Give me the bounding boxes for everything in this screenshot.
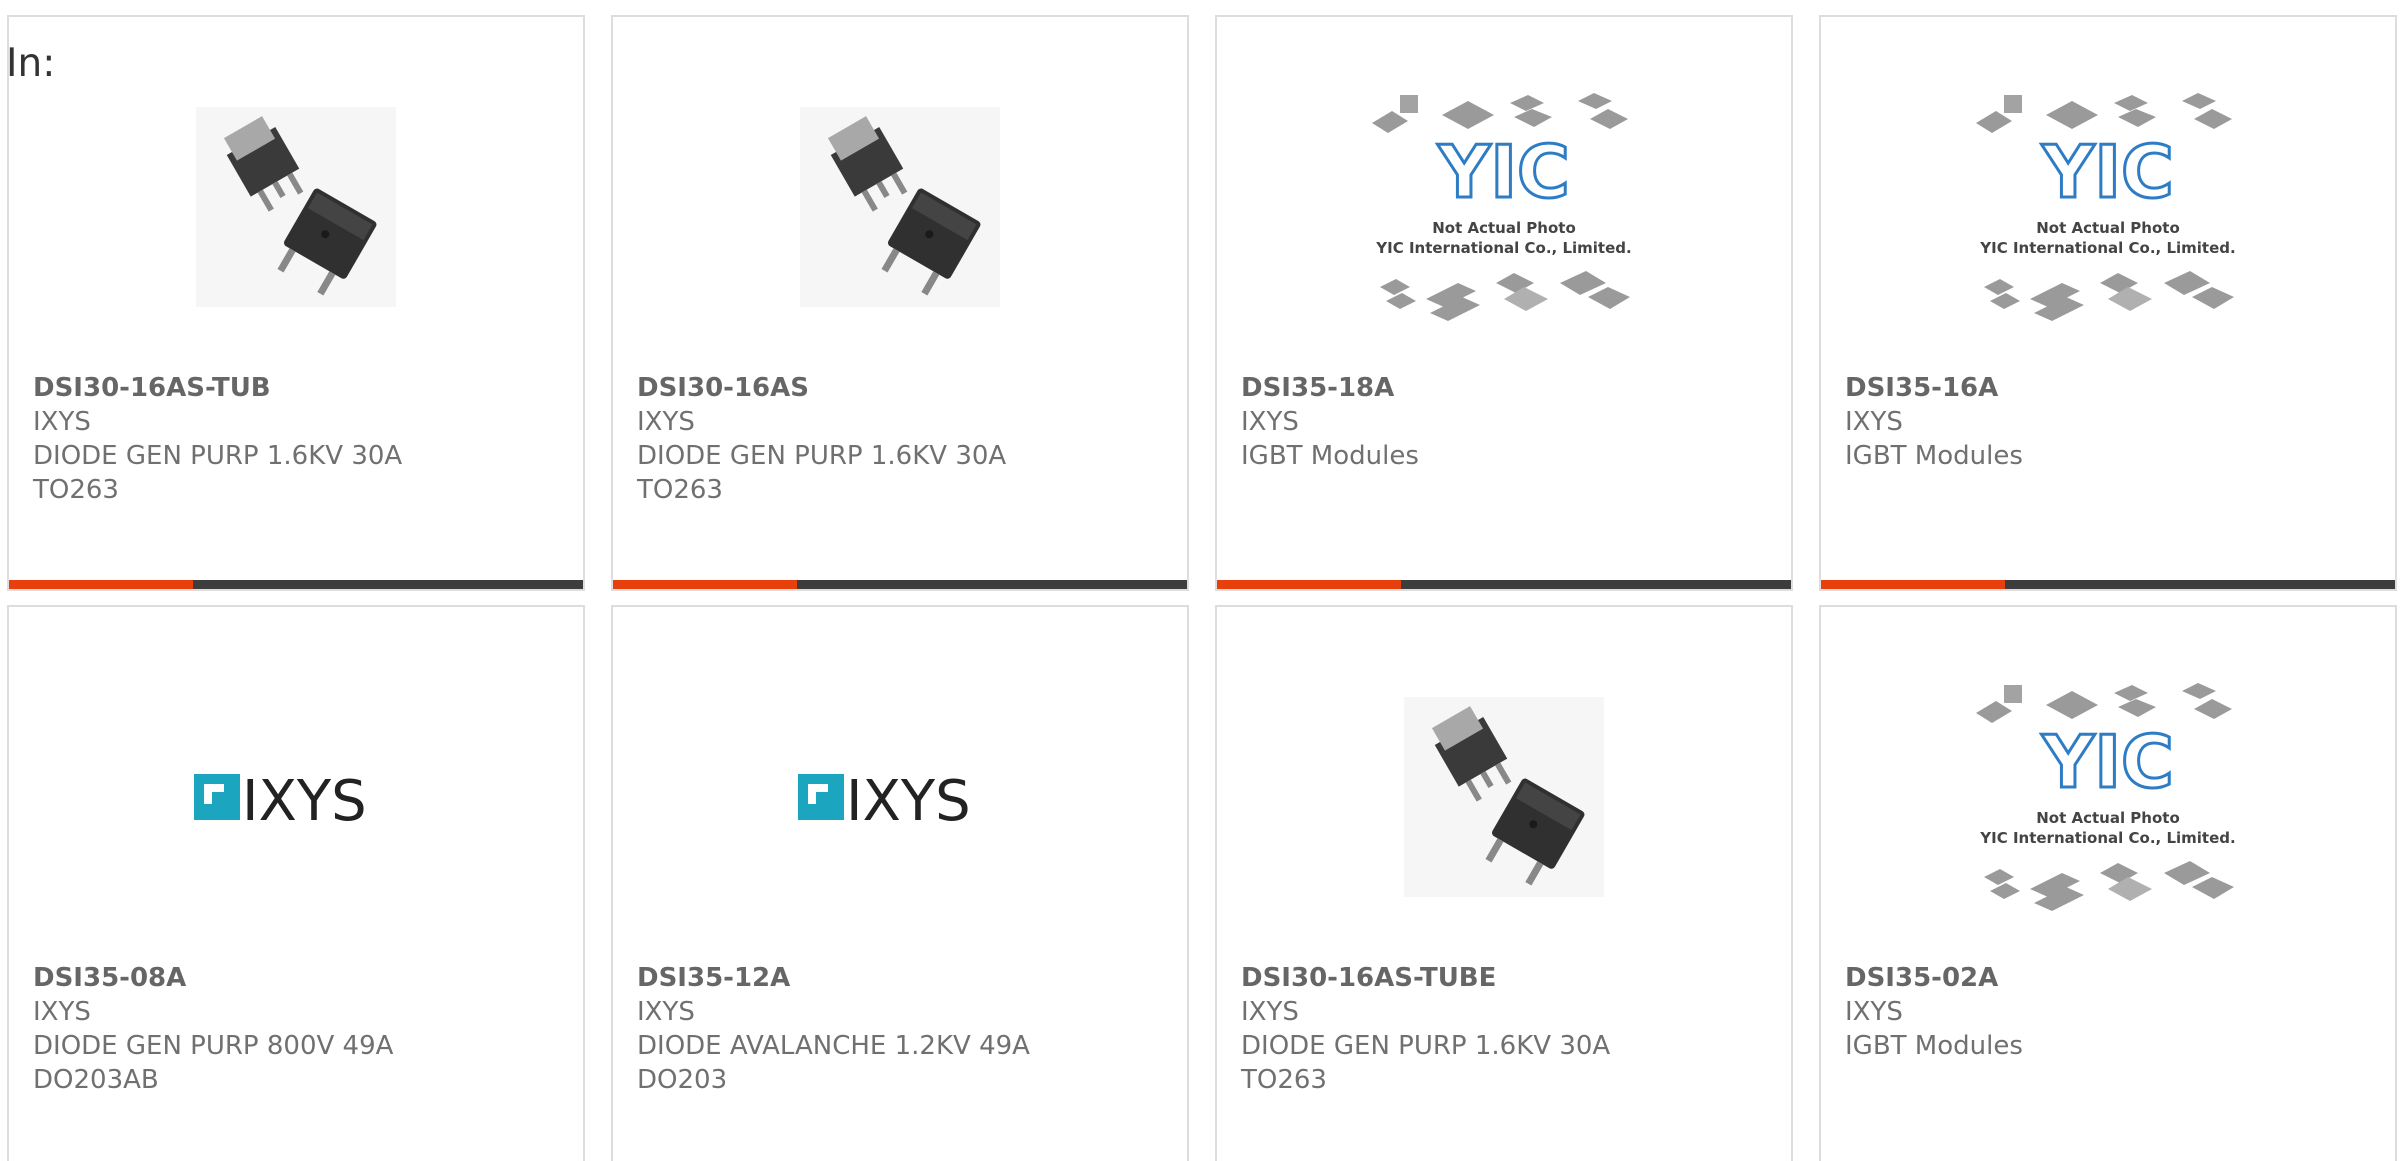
package: TO263 bbox=[33, 475, 119, 505]
chip-icons-top bbox=[1976, 93, 2232, 133]
part-number[interactable]: DSI35-08A bbox=[33, 961, 573, 995]
description: IGBT Modules bbox=[1241, 441, 1419, 471]
part-number[interactable]: DSI35-18A bbox=[1241, 371, 1781, 405]
to263-package-icon bbox=[196, 107, 396, 307]
product-grid-page: In: DSI30-16AS-TUB IXYS DIODE GEN PURP 1… bbox=[0, 0, 2400, 1161]
product-card[interactable]: YIC Not Actual Photo YIC International C… bbox=[1819, 15, 2397, 591]
card-accent-bar bbox=[1217, 580, 1401, 589]
manufacturer: IXYS bbox=[637, 407, 695, 437]
filter-label: In: bbox=[6, 41, 56, 86]
placeholder-company: YIC International Co., Limited. bbox=[1979, 829, 2235, 847]
part-number[interactable]: DSI30-16AS-TUB bbox=[33, 371, 573, 405]
chip-icons-top bbox=[1976, 683, 2232, 723]
manufacturer: IXYS bbox=[637, 997, 695, 1027]
ixys-logo-text: IXYS bbox=[242, 769, 367, 832]
product-image[interactable]: YIC Not Actual Photo YIC International C… bbox=[1821, 657, 2395, 937]
ixys-logo: IXYS bbox=[194, 769, 367, 832]
manufacturer: IXYS bbox=[33, 407, 91, 437]
yic-placeholder-image: YIC Not Actual Photo YIC International C… bbox=[1976, 93, 2236, 321]
product-image[interactable] bbox=[613, 67, 1187, 347]
product-info: DSI35-12A IXYS DIODE AVALANCHE 1.2KV 49A… bbox=[637, 961, 1177, 1097]
product-info: DSI30-16AS-TUBE IXYS DIODE GEN PURP 1.6K… bbox=[1241, 961, 1781, 1097]
product-card[interactable]: YIC Not Actual Photo YIC International C… bbox=[1215, 15, 1793, 591]
part-number[interactable]: DSI35-16A bbox=[1845, 371, 2385, 405]
description: DIODE GEN PURP 800V 49A bbox=[33, 1031, 394, 1061]
manufacturer: IXYS bbox=[1845, 407, 1903, 437]
product-info: DSI35-18A IXYS IGBT Modules bbox=[1241, 371, 1781, 473]
card-bottom-bar bbox=[1821, 580, 2395, 589]
product-info: DSI35-16A IXYS IGBT Modules bbox=[1845, 371, 2385, 473]
description: DIODE GEN PURP 1.6KV 30A bbox=[33, 441, 403, 471]
product-info: DSI35-02A IXYS IGBT Modules bbox=[1845, 961, 2385, 1063]
part-number[interactable]: DSI35-12A bbox=[637, 961, 1177, 995]
placeholder-company: YIC International Co., Limited. bbox=[1375, 239, 1631, 257]
product-image[interactable]: IXYS bbox=[613, 657, 1187, 937]
chip-icons-bottom bbox=[1380, 271, 1630, 321]
placeholder-note: Not Actual Photo bbox=[2036, 809, 2180, 827]
description: DIODE GEN PURP 1.6KV 30A bbox=[1241, 1031, 1611, 1061]
placeholder-company: YIC International Co., Limited. bbox=[1979, 239, 2235, 257]
product-image[interactable]: IXYS bbox=[9, 657, 583, 937]
placeholder-note: Not Actual Photo bbox=[2036, 219, 2180, 237]
yic-placeholder-image: YIC Not Actual Photo YIC International C… bbox=[1372, 93, 1632, 321]
ixys-logo-text: IXYS bbox=[846, 769, 971, 832]
product-image[interactable]: YIC Not Actual Photo YIC International C… bbox=[1217, 67, 1791, 347]
card-bottom-bar bbox=[9, 580, 583, 589]
card-bottom-bar bbox=[613, 580, 1187, 589]
card-accent-bar bbox=[613, 580, 797, 589]
description: IGBT Modules bbox=[1845, 1031, 2023, 1061]
package: DO203AB bbox=[33, 1065, 159, 1095]
product-info: DSI35-08A IXYS DIODE GEN PURP 800V 49A D… bbox=[33, 961, 573, 1097]
product-card[interactable]: DSI30-16AS IXYS DIODE GEN PURP 1.6KV 30A… bbox=[611, 15, 1189, 591]
card-accent-bar bbox=[1821, 580, 2005, 589]
chip-icons-top bbox=[1372, 93, 1628, 133]
yic-logo: YIC bbox=[2041, 130, 2174, 214]
product-card[interactable]: YIC Not Actual Photo YIC International C… bbox=[1819, 605, 2397, 1161]
yic-logo: YIC bbox=[2041, 720, 2174, 804]
card-accent-bar bbox=[9, 580, 193, 589]
product-info: DSI30-16AS-TUB IXYS DIODE GEN PURP 1.6KV… bbox=[33, 371, 573, 507]
product-image[interactable]: YIC Not Actual Photo YIC International C… bbox=[1821, 67, 2395, 347]
description: DIODE AVALANCHE 1.2KV 49A bbox=[637, 1031, 1030, 1061]
to263-package-icon bbox=[800, 107, 1000, 307]
product-info: DSI30-16AS IXYS DIODE GEN PURP 1.6KV 30A… bbox=[637, 371, 1177, 507]
product-card[interactable]: DSI30-16AS-TUB IXYS DIODE GEN PURP 1.6KV… bbox=[7, 15, 585, 591]
part-number[interactable]: DSI30-16AS-TUBE bbox=[1241, 961, 1781, 995]
chip-icons-bottom bbox=[1984, 861, 2234, 911]
product-image[interactable] bbox=[9, 67, 583, 347]
ixys-logo-mark bbox=[194, 774, 240, 820]
ixys-logo: IXYS bbox=[798, 769, 971, 832]
manufacturer: IXYS bbox=[1241, 407, 1299, 437]
part-number[interactable]: DSI30-16AS bbox=[637, 371, 1177, 405]
manufacturer: IXYS bbox=[1845, 997, 1903, 1027]
part-number[interactable]: DSI35-02A bbox=[1845, 961, 2385, 995]
package: TO263 bbox=[637, 475, 723, 505]
yic-placeholder-image: YIC Not Actual Photo YIC International C… bbox=[1976, 683, 2236, 911]
package: DO203 bbox=[637, 1065, 728, 1095]
to263-package-icon bbox=[1404, 697, 1604, 897]
product-card[interactable]: IXYS DSI35-08A IXYS DIODE GEN PURP 800V … bbox=[7, 605, 585, 1161]
ixys-logo-mark bbox=[798, 774, 844, 820]
placeholder-note: Not Actual Photo bbox=[1432, 219, 1576, 237]
product-card[interactable]: IXYS DSI35-12A IXYS DIODE AVALANCHE 1.2K… bbox=[611, 605, 1189, 1161]
product-image[interactable] bbox=[1217, 657, 1791, 937]
manufacturer: IXYS bbox=[33, 997, 91, 1027]
manufacturer: IXYS bbox=[1241, 997, 1299, 1027]
product-card[interactable]: DSI30-16AS-TUBE IXYS DIODE GEN PURP 1.6K… bbox=[1215, 605, 1793, 1161]
chip-icons-bottom bbox=[1984, 271, 2234, 321]
package: TO263 bbox=[1241, 1065, 1327, 1095]
description: IGBT Modules bbox=[1845, 441, 2023, 471]
card-bottom-bar bbox=[1217, 580, 1791, 589]
yic-logo: YIC bbox=[1437, 130, 1570, 214]
description: DIODE GEN PURP 1.6KV 30A bbox=[637, 441, 1007, 471]
